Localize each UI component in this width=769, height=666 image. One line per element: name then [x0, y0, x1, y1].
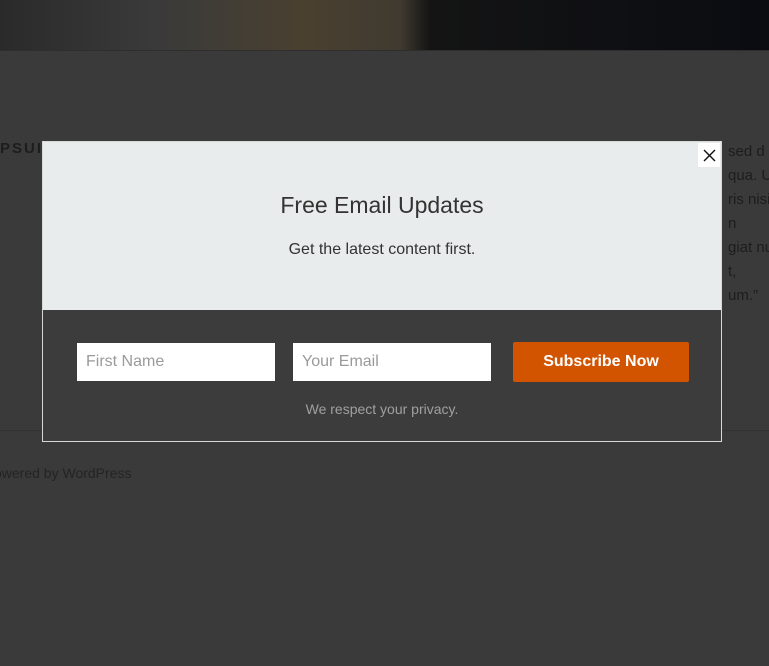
- close-button[interactable]: [698, 143, 720, 167]
- email-signup-popup: Free Email Updates Get the latest conten…: [42, 141, 722, 442]
- background-quote-line: sed d: [728, 143, 765, 160]
- background-quote-line: qua. U: [728, 167, 769, 184]
- subscribe-button[interactable]: Subscribe Now: [513, 342, 689, 382]
- background-quote-line: um.”: [728, 287, 758, 304]
- background-post-heading: PSUI: [0, 140, 44, 157]
- popup-form-panel: Subscribe Now We respect your privacy.: [43, 310, 721, 441]
- header-image: [0, 0, 769, 50]
- background-quote-line: giat nul: [728, 239, 769, 256]
- background-footer-credit: owered by WordPress: [0, 465, 132, 481]
- background-quote-line: n: [728, 215, 737, 232]
- close-x-icon: [703, 149, 715, 161]
- privacy-note: We respect your privacy.: [305, 401, 459, 417]
- popup-subtitle: Get the latest content first.: [288, 241, 476, 258]
- first-name-input[interactable]: [77, 343, 275, 381]
- header-divider: [0, 50, 769, 51]
- background-quote-line: ris nisi: [728, 191, 769, 208]
- popup-title: Free Email Updates: [280, 192, 484, 218]
- email-input[interactable]: [293, 343, 491, 381]
- popup-header-panel: Free Email Updates Get the latest conten…: [43, 142, 721, 310]
- background-quote: sed d qua. U ris nisi n giat nul t, um.”: [728, 140, 769, 308]
- background-quote-line: t,: [728, 263, 737, 280]
